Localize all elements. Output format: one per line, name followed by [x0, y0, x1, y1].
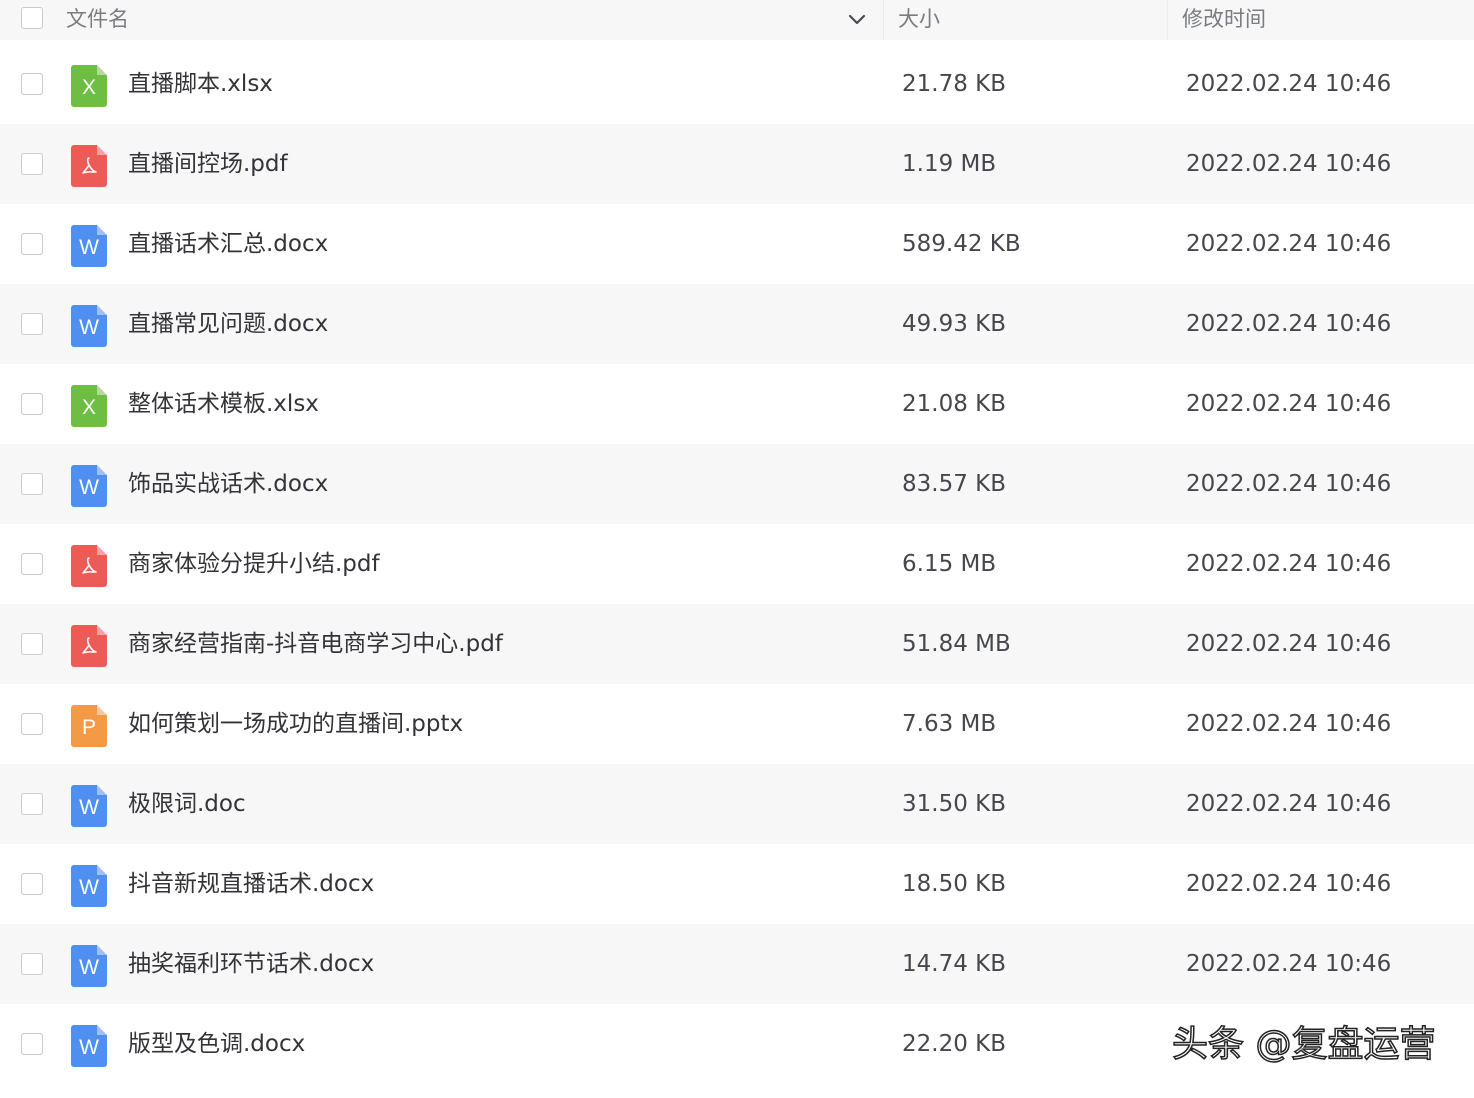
- file-name-link[interactable]: 商家体验分提升小结.pdf: [128, 524, 380, 604]
- file-icon-letter: W: [79, 236, 99, 259]
- select-all-checkbox[interactable]: [21, 7, 43, 29]
- pdf-file-icon: [71, 625, 107, 667]
- docx-file-icon: W: [71, 1025, 107, 1067]
- file-size: 49.93 KB: [902, 311, 1007, 337]
- file-size: 83.57 KB: [902, 471, 1007, 497]
- file-name-link[interactable]: 整体话术模板.xlsx: [128, 364, 319, 444]
- file-modified-time: 2022.02.24 10:46: [1186, 551, 1392, 577]
- file-size: 7.63 MB: [902, 711, 997, 737]
- file-name-link[interactable]: 直播间控场.pdf: [128, 124, 288, 204]
- file-row[interactable]: W 极限词.doc 31.50 KB 2022.02.24 10:46: [0, 764, 1474, 844]
- file-row[interactable]: 直播间控场.pdf 1.19 MB 2022.02.24 10:46: [0, 124, 1474, 204]
- xlsx-file-icon: X: [71, 385, 107, 427]
- docx-file-icon: W: [71, 305, 107, 347]
- pptx-file-icon: P: [71, 705, 107, 747]
- docx-file-icon: W: [71, 945, 107, 987]
- file-size: 18.50 KB: [902, 871, 1007, 897]
- docx-file-icon: W: [71, 465, 107, 507]
- file-row[interactable]: W 直播话术汇总.docx 589.42 KB 2022.02.24 10:46: [0, 204, 1474, 284]
- file-name-link[interactable]: 如何策划一场成功的直播间.pptx: [128, 684, 463, 764]
- file-modified-time: 2022.02.24 10:46: [1186, 871, 1392, 897]
- file-modified-time: 2022.02.24 10:46: [1186, 951, 1392, 977]
- file-icon-letter: X: [81, 76, 96, 99]
- file-name-link[interactable]: 商家经营指南-抖音电商学习中心.pdf: [128, 604, 503, 684]
- file-name-link[interactable]: 饰品实战话术.docx: [128, 444, 328, 524]
- file-modified-time: 2022.02.24 10:46: [1186, 791, 1392, 817]
- file-name-link[interactable]: 直播脚本.xlsx: [128, 44, 273, 124]
- row-checkbox[interactable]: [21, 953, 43, 975]
- file-row[interactable]: P 如何策划一场成功的直播间.pptx 7.63 MB 2022.02.24 10:4…: [0, 684, 1474, 764]
- chevron-down-icon[interactable]: [846, 9, 868, 31]
- file-modified-time: 2022.02.24 10:46: [1186, 631, 1392, 657]
- file-size: 21.08 KB: [902, 391, 1007, 417]
- file-modified-time: 2022.02.24 10:46: [1186, 151, 1392, 177]
- row-checkbox[interactable]: [21, 393, 43, 415]
- file-row[interactable]: W 饰品实战话术.docx 83.57 KB 2022.02.24 10:46: [0, 444, 1474, 524]
- file-row[interactable]: W 直播常见问题.docx 49.93 KB 2022.02.24 10:46: [0, 284, 1474, 364]
- file-size: 51.84 MB: [902, 631, 1011, 657]
- file-modified-time: 2022.02.24 10:46: [1186, 231, 1392, 257]
- row-checkbox[interactable]: [21, 153, 43, 175]
- file-row[interactable]: W 抖音新规直播话术.docx 18.50 KB 2022.02.24 10:46: [0, 844, 1474, 924]
- row-checkbox[interactable]: [21, 473, 43, 495]
- xlsx-file-icon: X: [71, 65, 107, 107]
- pdf-file-icon: [71, 145, 107, 187]
- file-size: 6.15 MB: [902, 551, 997, 577]
- file-icon-letter: W: [79, 876, 99, 899]
- file-modified-time: 2022.02.24 10:46: [1186, 471, 1392, 497]
- file-list-header: 文件名 大小 修改时间: [0, 0, 1474, 40]
- file-name-link[interactable]: 版型及色调.docx: [128, 1004, 305, 1084]
- file-icon-letter: X: [81, 396, 96, 419]
- pdf-glyph: [82, 157, 97, 174]
- column-header-name[interactable]: 文件名: [66, 0, 129, 40]
- pdf-file-icon: [71, 545, 107, 587]
- file-size: 589.42 KB: [902, 231, 1021, 257]
- file-row[interactable]: X 直播脚本.xlsx 21.78 KB 2022.02.24 10:46: [0, 44, 1474, 124]
- file-row[interactable]: X 整体话术模板.xlsx 21.08 KB 2022.02.24 10:46: [0, 364, 1474, 444]
- file-icon-letter: P: [81, 716, 96, 739]
- pdf-glyph: [82, 637, 97, 654]
- file-modified-time: 2022.02.24 10:46: [1186, 71, 1392, 97]
- file-modified-time: 2022.02.24 10:46: [1186, 711, 1392, 737]
- row-checkbox[interactable]: [21, 633, 43, 655]
- column-divider[interactable]: [1167, 0, 1168, 40]
- column-header-size[interactable]: 大小: [898, 0, 940, 40]
- file-size: 14.74 KB: [902, 951, 1007, 977]
- file-name-link[interactable]: 直播话术汇总.docx: [128, 204, 328, 284]
- row-checkbox[interactable]: [21, 73, 43, 95]
- file-name-link[interactable]: 极限词.doc: [128, 764, 246, 844]
- row-checkbox[interactable]: [21, 313, 43, 335]
- file-icon-letter: W: [79, 476, 99, 499]
- row-checkbox[interactable]: [21, 233, 43, 255]
- docx-file-icon: W: [71, 865, 107, 907]
- column-divider[interactable]: [883, 0, 884, 40]
- row-checkbox[interactable]: [21, 713, 43, 735]
- file-size: 31.50 KB: [902, 791, 1007, 817]
- docx-file-icon: W: [71, 225, 107, 267]
- file-row[interactable]: 商家经营指南-抖音电商学习中心.pdf 51.84 MB 2022.02.24 10…: [0, 604, 1474, 684]
- watermark: 头条 @复盘运营: [1171, 1023, 1436, 1066]
- row-checkbox[interactable]: [21, 873, 43, 895]
- doc-file-icon: W: [71, 785, 107, 827]
- file-size: 22.20 KB: [902, 1031, 1007, 1057]
- file-icon-letter: W: [79, 1036, 99, 1059]
- row-checkbox[interactable]: [21, 553, 43, 575]
- file-modified-time: 2022.02.24 10:46: [1186, 391, 1392, 417]
- file-row[interactable]: W 抽奖福利环节话术.docx 14.74 KB 2022.02.24 10:46: [0, 924, 1474, 1004]
- file-size: 21.78 KB: [902, 71, 1007, 97]
- file-name-link[interactable]: 抖音新规直播话术.docx: [128, 844, 374, 924]
- pdf-glyph: [82, 557, 97, 574]
- column-header-modified[interactable]: 修改时间: [1182, 0, 1266, 40]
- file-icon-letter: W: [79, 316, 99, 339]
- file-icon-letter: W: [79, 796, 99, 819]
- row-checkbox[interactable]: [21, 1033, 43, 1055]
- row-checkbox[interactable]: [21, 793, 43, 815]
- file-name-link[interactable]: 抽奖福利环节话术.docx: [128, 924, 374, 1004]
- file-list: X 直播脚本.xlsx 21.78 KB 2022.02.24 10:46 直播间控场.…: [0, 44, 1474, 1084]
- file-icon-letter: W: [79, 956, 99, 979]
- file-name-link[interactable]: 直播常见问题.docx: [128, 284, 328, 364]
- file-row[interactable]: 商家体验分提升小结.pdf 6.15 MB 2022.02.24 10:46: [0, 524, 1474, 604]
- file-modified-time: 2022.02.24 10:46: [1186, 311, 1392, 337]
- file-size: 1.19 MB: [902, 151, 997, 177]
